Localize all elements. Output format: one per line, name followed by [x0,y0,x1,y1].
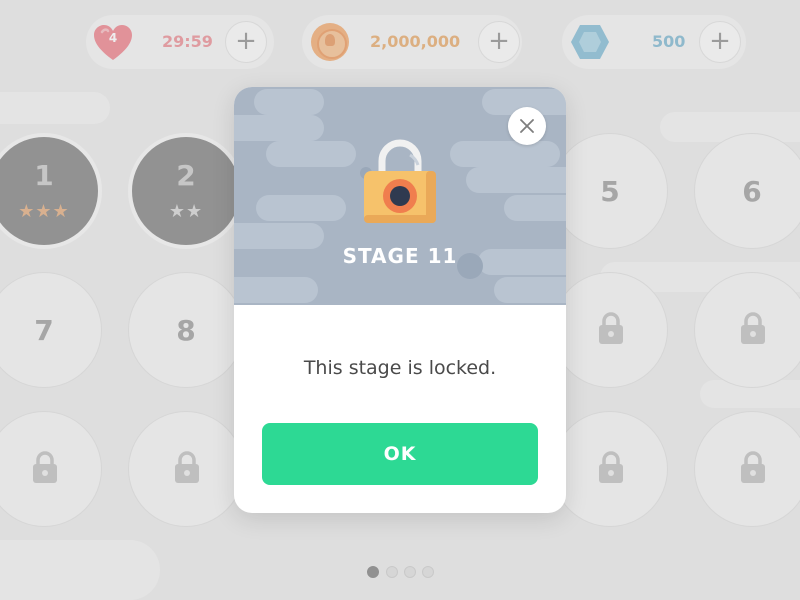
header-decoration [234,277,318,303]
header-decoration [254,89,324,115]
header-decoration [256,195,346,221]
header-decoration [466,167,566,193]
lock-icon [364,139,436,223]
header-decoration [504,195,566,221]
dialog-message: This stage is locked. [303,357,497,379]
header-decoration [266,141,356,167]
ok-button[interactable]: OK [262,423,538,485]
header-decoration [450,141,560,167]
header-decoration [234,115,324,141]
stage-locked-dialog: STAGE 11 This stage is locked. OK [234,87,566,513]
dialog-title: STAGE 11 [342,244,458,268]
close-icon [520,119,534,133]
header-decoration [494,277,566,303]
close-button[interactable] [508,107,546,145]
